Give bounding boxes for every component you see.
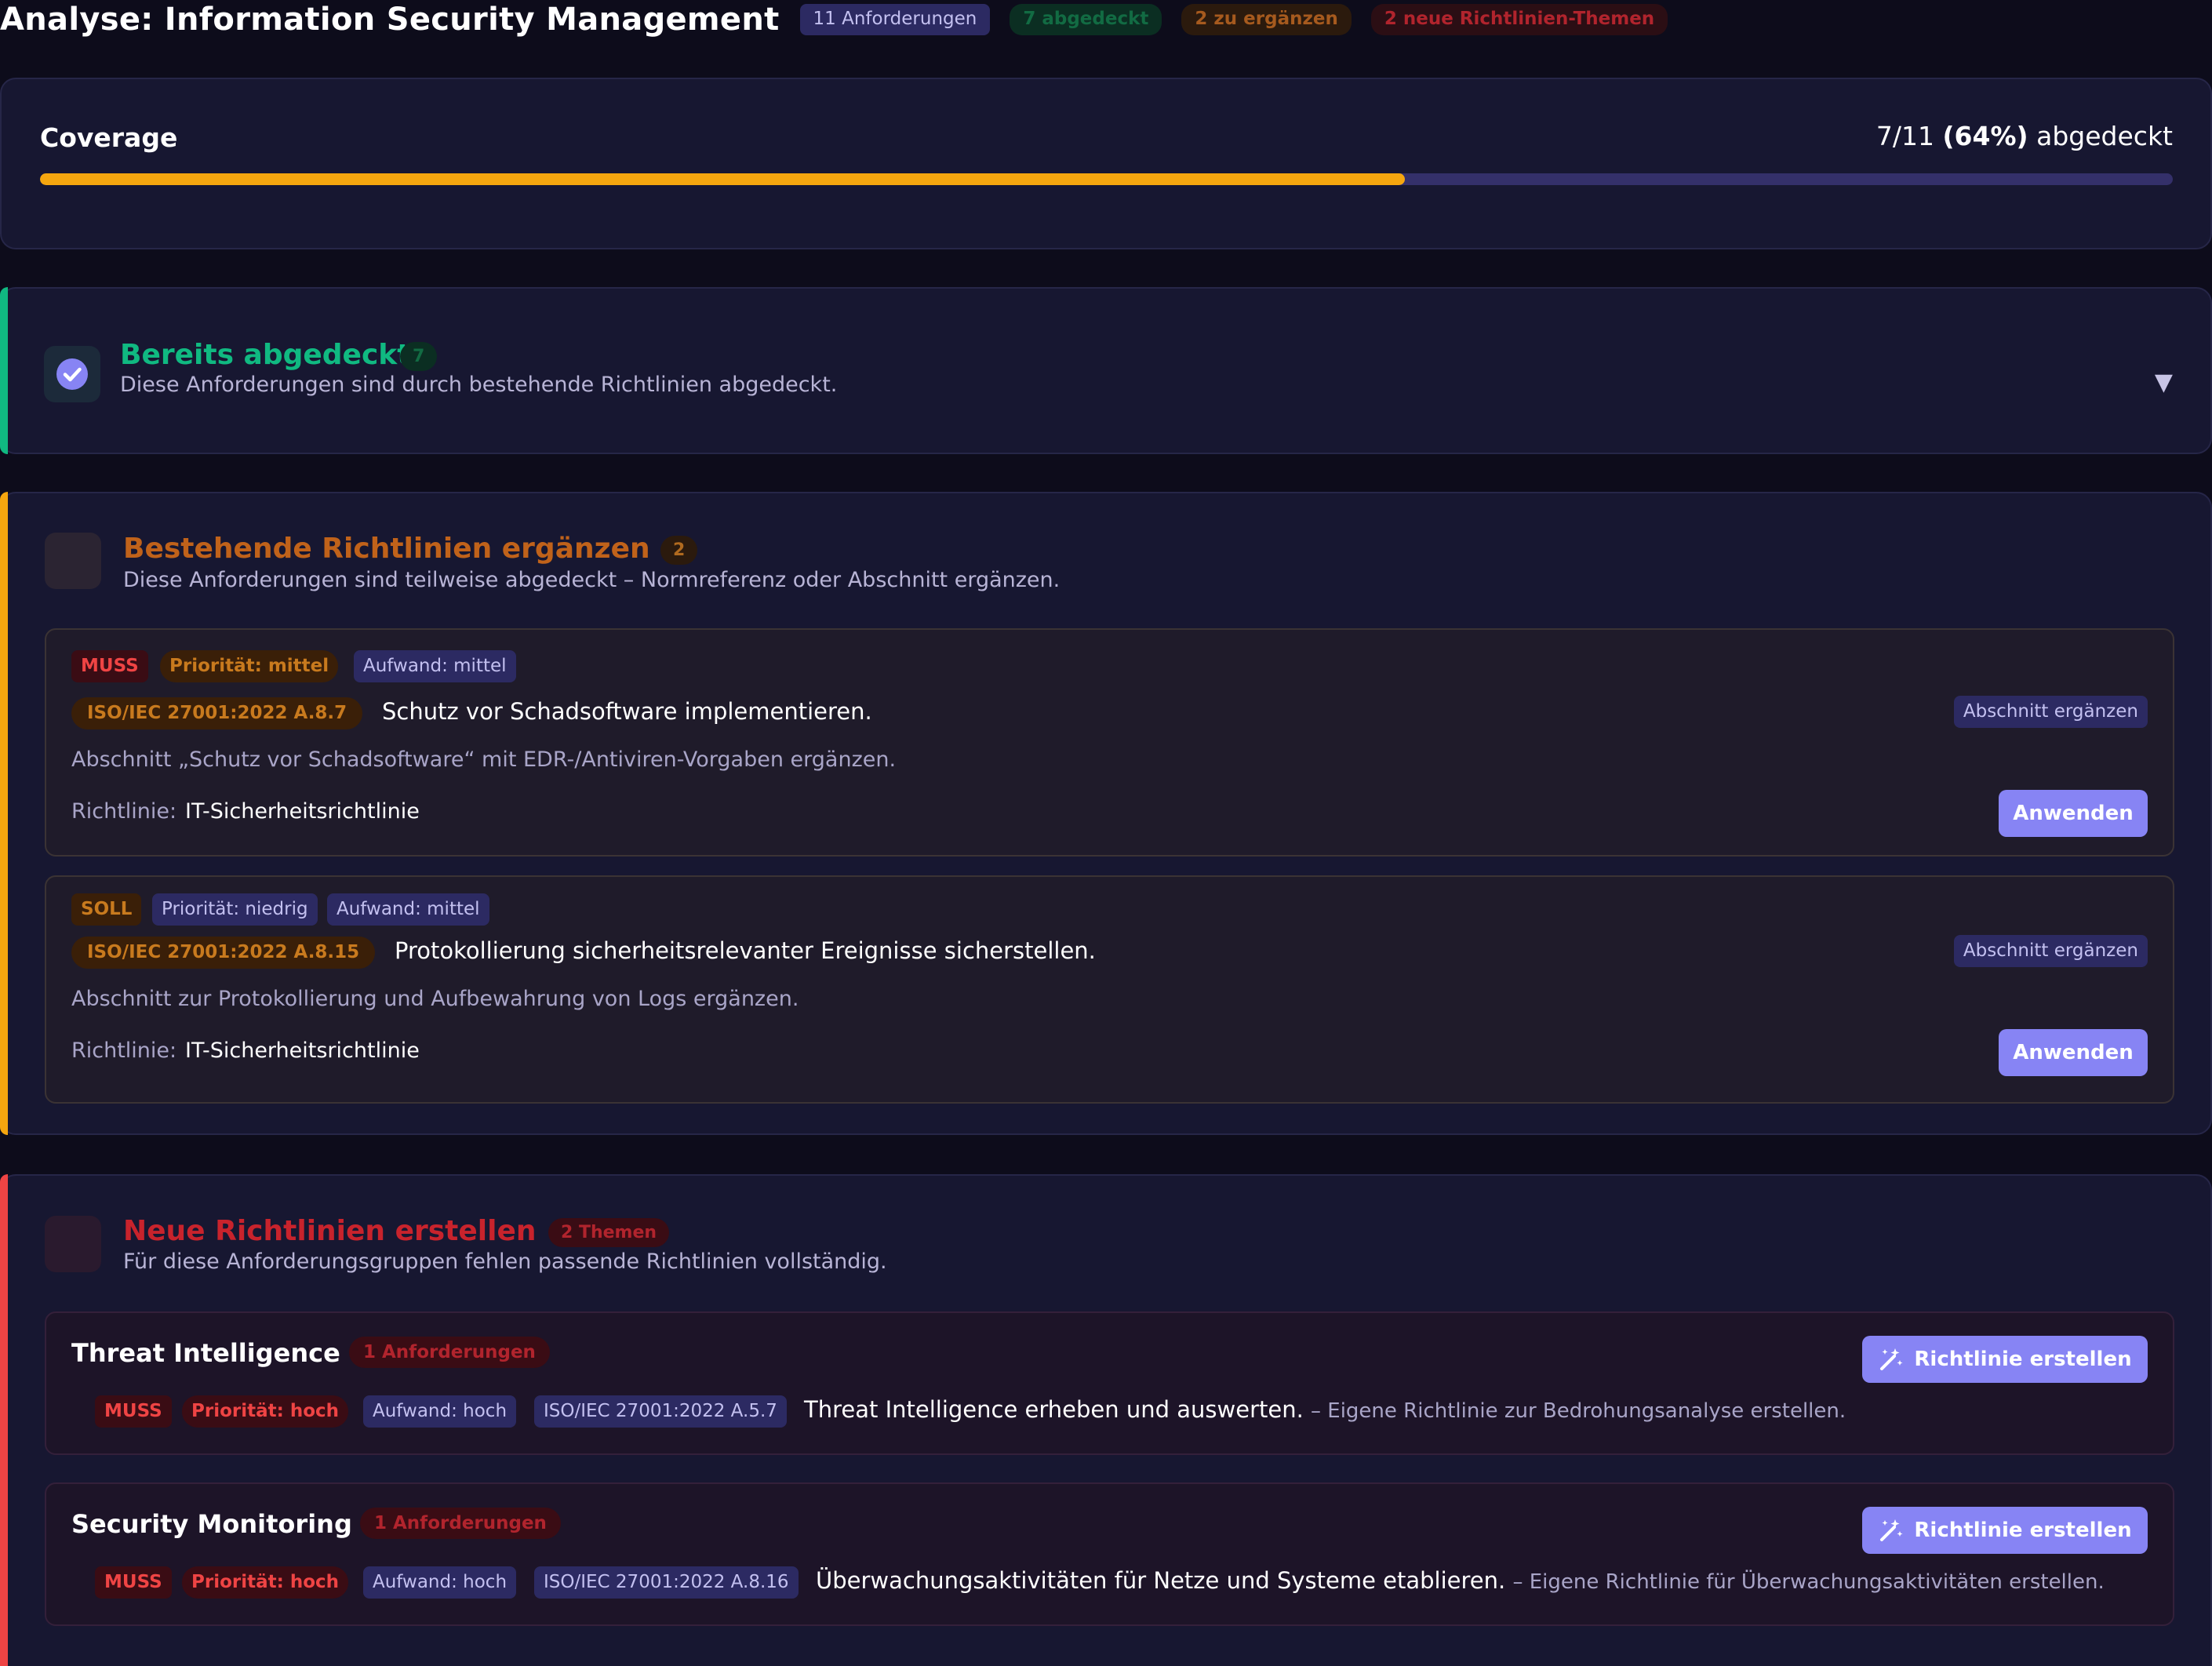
effort-badge: Aufwand: mittel (354, 650, 516, 682)
priority-badge: Priorität: hoch (182, 1395, 349, 1428)
section-accent-bar (0, 492, 8, 1135)
page-header: Analyse: Information Security Management… (0, 0, 1687, 39)
effort-badge: Aufwand: mittel (327, 893, 489, 926)
obligation-badge: SOLL (71, 893, 142, 926)
policy-name: IT-Sicherheitsrichtlinie (185, 1039, 420, 1063)
requirement-hint: – Eigene Richtlinie zur Bedrohungsanalys… (1311, 1399, 1846, 1423)
section-accent-bar (0, 1174, 8, 1666)
effort-badge: Aufwand: hoch (363, 1566, 517, 1599)
obligation-badge: MUSS (95, 1395, 172, 1428)
new-section-count: 2 Themen (548, 1218, 670, 1247)
new-policies-section: Neue Richtlinien erstellen 2 Themen Für … (0, 1174, 2212, 1666)
create-policy-button[interactable]: Richtlinie erstellen (1862, 1336, 2148, 1383)
coverage-progress-fill (40, 173, 1406, 185)
requirement-text: Protokollierung sicherheitsrelevanter Er… (395, 937, 1096, 964)
policy-name: IT-Sicherheitsrichtlinie (185, 799, 420, 824)
obligation-badge: MUSS (71, 650, 148, 682)
magic-wand-icon (1880, 1348, 1903, 1370)
covered-section-title: Bereits abgedeckt (120, 339, 411, 371)
topic-title: Threat Intelligence (71, 1338, 340, 1368)
coverage-card: Coverage 7/11 (64%) abgedeckt (0, 78, 2212, 249)
requirement-text: Threat Intelligence erheben und auswerte… (804, 1396, 1846, 1423)
requirement-hint: – Eigene Richtlinie für Überwachungsakti… (1512, 1570, 2105, 1594)
section-icon (45, 533, 101, 589)
extend-section-count: 2 (660, 536, 698, 565)
extend-section-description: Diese Anforderungen sind teilweise abged… (123, 568, 1061, 592)
to-extend-count-badge: 2 zu ergänzen (1181, 4, 1352, 35)
requirement-card: SOLL Priorität: niedrig Aufwand: mittel … (45, 875, 2174, 1104)
section-icon (45, 1216, 101, 1272)
priority-badge: Priorität: niedrig (152, 893, 318, 926)
norm-reference-badge: ISO/IEC 27001:2022 A.8.7 (71, 697, 363, 729)
norm-reference-badge: ISO/IEC 27001:2022 A.8.15 (71, 937, 376, 969)
covered-count-badge: 7 abgedeckt (1010, 4, 1162, 35)
topic-requirements-count: 1 Anforderungen (349, 1337, 550, 1368)
topic-title: Security Monitoring (71, 1509, 352, 1539)
obligation-badge: MUSS (95, 1566, 172, 1599)
priority-badge: Priorität: mittel (160, 650, 339, 682)
effort-badge: Aufwand: hoch (363, 1395, 517, 1428)
extend-section-tag: Abschnitt ergänzen (1953, 935, 2148, 967)
norm-reference-badge: ISO/IEC 27001:2022 A.8.16 (534, 1566, 799, 1599)
new-section-description: Für diese Anforderungsgruppen fehlen pas… (123, 1250, 887, 1274)
analysis-page: Analyse: Information Security Management… (0, 0, 2212, 1666)
recommendation-text: Abschnitt „Schutz vor Schadsoftware“ mit… (71, 748, 897, 772)
new-topics-count-badge: 2 neue Richtlinien-Themen (1370, 4, 1668, 35)
coverage-suffix: abgedeckt (2036, 121, 2173, 151)
extend-section: Bestehende Richtlinien ergänzen 2 Diese … (0, 492, 2212, 1135)
requirement-statement: Überwachungsaktivitäten für Netze und Sy… (816, 1567, 1506, 1594)
create-policy-label: Richtlinie erstellen (1914, 1519, 2132, 1542)
section-accent-bar (0, 287, 8, 454)
create-policy-button[interactable]: Richtlinie erstellen (1862, 1507, 2148, 1554)
create-policy-label: Richtlinie erstellen (1914, 1348, 2132, 1371)
coverage-summary: 7/11 (64%) abgedeckt (1876, 121, 2173, 151)
requirements-count-badge: 11 Anforderungen (799, 4, 991, 35)
topic-requirements-count: 1 Anforderungen (360, 1508, 561, 1539)
coverage-title: Coverage (40, 122, 178, 153)
requirement-text: Überwachungsaktivitäten für Netze und Sy… (816, 1567, 2105, 1594)
coverage-percent: (64%) (1942, 121, 2028, 151)
policy-label: Richtlinie: (71, 1039, 177, 1063)
coverage-progress-bar (40, 173, 2173, 185)
recommendation-text: Abschnitt zur Protokollierung und Aufbew… (71, 987, 799, 1011)
norm-reference-badge: ISO/IEC 27001:2022 A.5.7 (534, 1395, 787, 1428)
policy-topic-card: Security Monitoring 1 Anforderungen Rich… (45, 1482, 2174, 1626)
page-title: Analyse: Information Security Management (0, 2, 780, 38)
magic-wand-icon (1880, 1519, 1903, 1541)
chevron-down-icon[interactable]: ▼ (2155, 369, 2173, 396)
new-section-title: Neue Richtlinien erstellen (123, 1215, 537, 1247)
covered-section[interactable]: Bereits abgedeckt 7 Diese Anforderungen … (0, 287, 2212, 454)
requirement-card: MUSS Priorität: mittel Aufwand: mittel I… (45, 628, 2174, 857)
coverage-ratio: 7/11 (1875, 121, 1934, 151)
priority-badge: Priorität: hoch (182, 1566, 349, 1599)
covered-section-description: Diese Anforderungen sind durch bestehend… (120, 373, 838, 397)
covered-section-count: 7 (400, 342, 438, 371)
extend-section-tag: Abschnitt ergänzen (1953, 696, 2148, 728)
extend-section-title: Bestehende Richtlinien ergänzen (123, 533, 650, 565)
policy-label: Richtlinie: (71, 799, 177, 824)
policy-topic-card: Threat Intelligence 1 Anforderungen Rich… (45, 1311, 2174, 1455)
apply-button[interactable]: Anwenden (1999, 1029, 2148, 1076)
check-circle-icon (44, 346, 100, 402)
requirement-text: Schutz vor Schadsoftware implementieren. (382, 698, 872, 725)
apply-button[interactable]: Anwenden (1999, 790, 2148, 837)
requirement-statement: Threat Intelligence erheben und auswerte… (804, 1396, 1304, 1423)
